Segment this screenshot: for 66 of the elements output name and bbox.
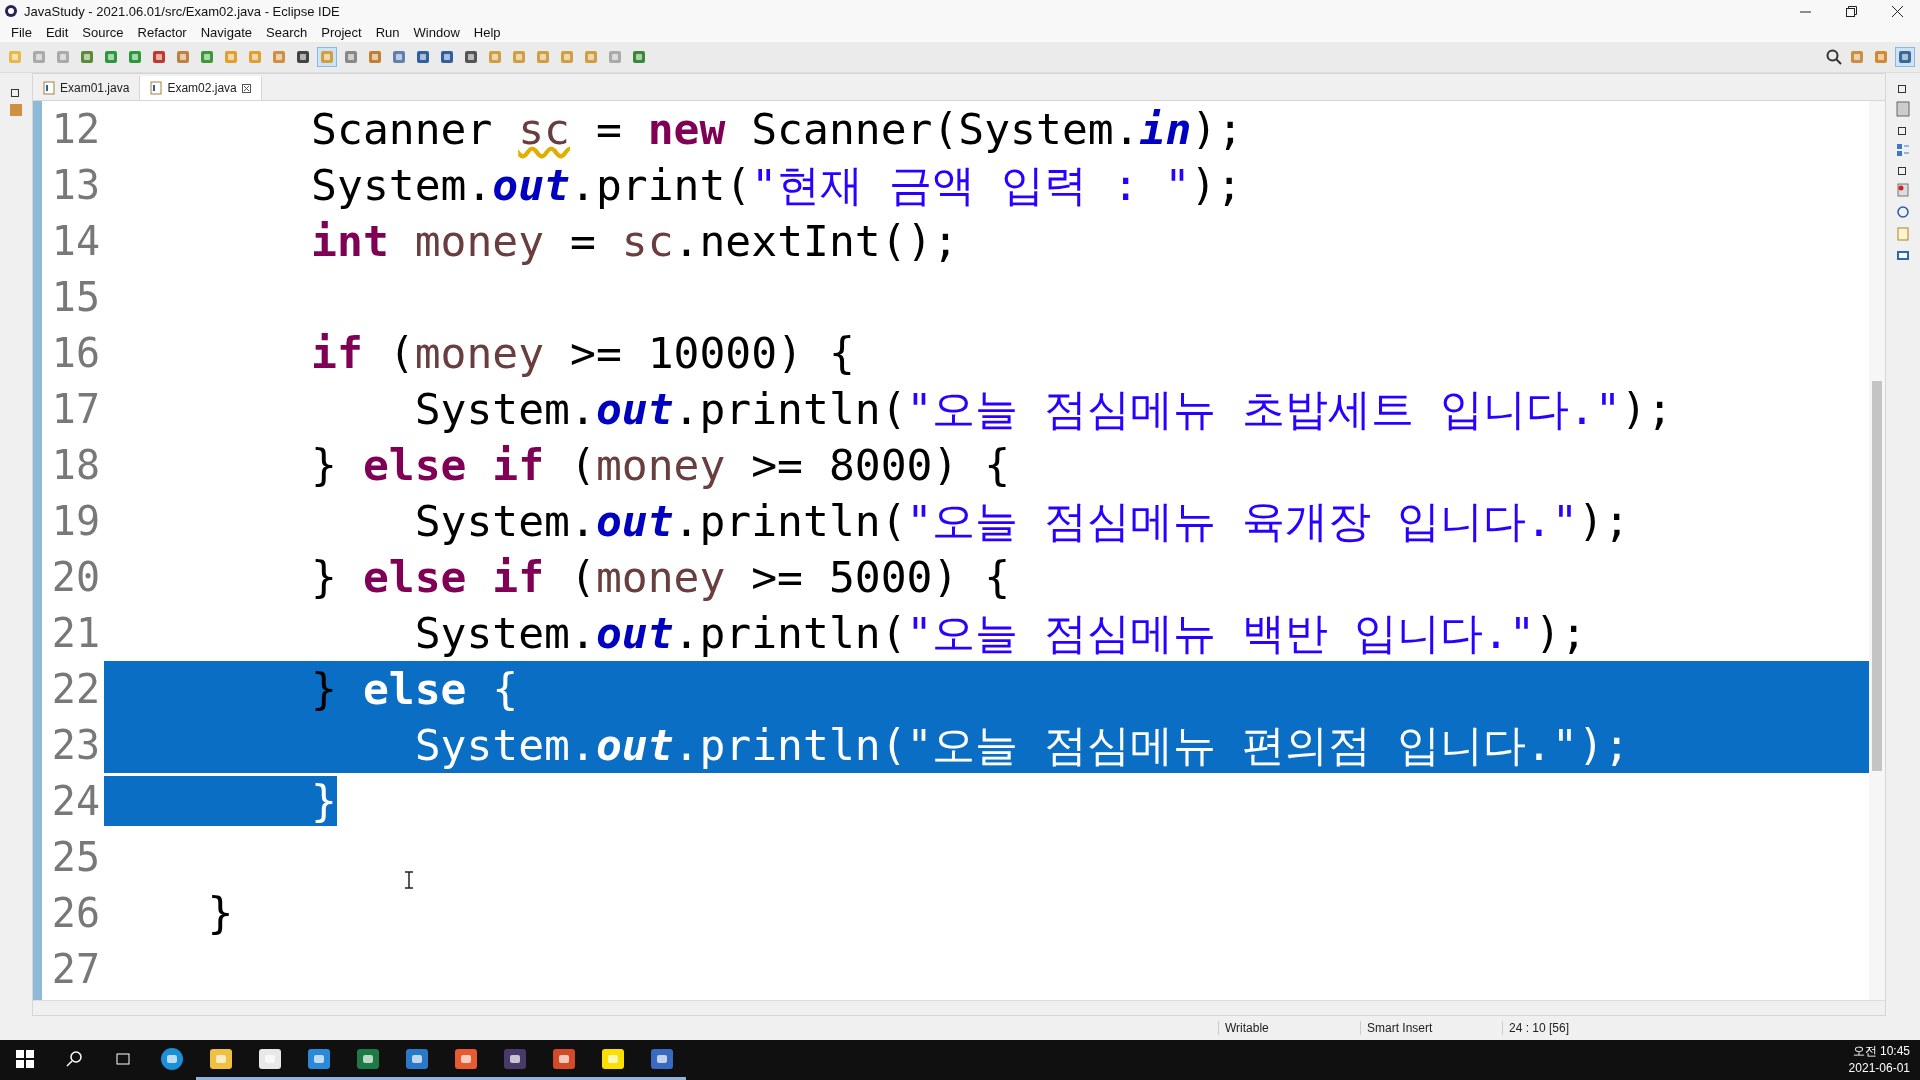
tab-label: Exam01.java <box>60 81 130 95</box>
restore-icon[interactable] <box>1898 125 1908 135</box>
menu-item[interactable]: Window <box>406 24 467 40</box>
menu-item[interactable]: Project <box>314 24 369 40</box>
menu-item[interactable]: Run <box>368 24 407 40</box>
code-line: System.out.println("오늘 점심메뉴 육개장 입니다."); <box>413 495 1630 548</box>
menu-item[interactable]: Help <box>466 24 508 40</box>
restore-icon[interactable] <box>1898 165 1908 175</box>
clock-time: 오전 10:45 <box>1852 1043 1910 1060</box>
line-number: 26 <box>50 889 101 938</box>
line-number: 18 <box>50 441 101 490</box>
line-number: 15 <box>50 273 101 322</box>
tab-label: Exam02.java <box>167 81 237 95</box>
editor-tab[interactable]: Exam02.java <box>140 76 262 100</box>
clock-date: 2021-06-01 <box>1848 1060 1910 1077</box>
code-line: System.out.println("오늘 점심메뉴 편의점 입니다."); <box>104 717 1630 773</box>
line-number: 22 <box>50 665 101 714</box>
menu-item[interactable]: Navigate <box>193 24 259 40</box>
line-number: 12 <box>50 105 101 154</box>
code-line: Scanner sc = new Scanner(System.in); <box>310 103 1244 156</box>
line-number: 19 <box>50 497 101 546</box>
line-number: 27 <box>50 945 101 994</box>
at-sign-icon[interactable] <box>1896 205 1910 219</box>
status-field: 24 : 10 [56] <box>1502 1021 1644 1035</box>
menu-item[interactable]: Edit <box>38 24 76 40</box>
line-number: 24 <box>50 777 101 826</box>
search-icon <box>64 1049 83 1068</box>
java-file-icon <box>43 81 55 95</box>
status-field: Writable <box>1218 1021 1360 1035</box>
line-number: 16 <box>50 329 101 378</box>
code-line: } else if (money >= 8000) { <box>310 439 1011 492</box>
close-icon[interactable] <box>241 83 251 93</box>
close-icon <box>1891 5 1903 17</box>
code-line: System.out.println("오늘 점심메뉴 초밥세트 입니다."); <box>413 383 1673 436</box>
outline-icon[interactable] <box>1896 143 1910 157</box>
window-title: JavaStudy - 2021.06.01/src/Exam02.java - Eclipse IDE <box>24 3 341 19</box>
line-number: 25 <box>50 833 101 882</box>
menu-item[interactable]: File <box>4 24 39 40</box>
app-logo-icon <box>4 4 18 18</box>
code-line: int money = sc.nextInt(); <box>310 215 959 268</box>
java-file-icon <box>150 81 163 95</box>
restore-icon[interactable] <box>11 87 21 97</box>
line-number: 14 <box>50 217 101 266</box>
code-line: } <box>206 887 234 940</box>
text-cursor-icon <box>404 871 414 889</box>
code-line: if (money >= 10000) { <box>310 327 855 380</box>
windows-icon <box>15 1049 34 1068</box>
search-icon[interactable] <box>1826 49 1842 65</box>
status-field: Smart Insert <box>1360 1021 1502 1035</box>
horizontal-scrollbar[interactable] <box>33 1000 1885 1015</box>
line-number: 23 <box>50 721 101 770</box>
console-icon[interactable] <box>1896 249 1910 263</box>
line-number: 21 <box>50 609 101 658</box>
scrollbar-thumb[interactable] <box>1872 381 1882 771</box>
line-number: 17 <box>50 385 101 434</box>
restore-icon[interactable] <box>1898 83 1908 93</box>
menu-item[interactable]: Source <box>75 24 131 40</box>
code-line: System.out.println("오늘 점심메뉴 백반 입니다."); <box>413 607 1587 660</box>
code-line: } else if (money >= 5000) { <box>310 551 1011 604</box>
code-line: System.out.print("현재 금액 입력 : "); <box>310 159 1243 212</box>
line-number: 13 <box>50 161 101 210</box>
line-number: 20 <box>50 553 101 602</box>
menu-item[interactable]: Refactor <box>130 24 194 40</box>
menu-item[interactable]: Search <box>259 24 315 40</box>
restore-icon <box>1845 5 1857 17</box>
problems-icon[interactable] <box>1896 183 1910 197</box>
